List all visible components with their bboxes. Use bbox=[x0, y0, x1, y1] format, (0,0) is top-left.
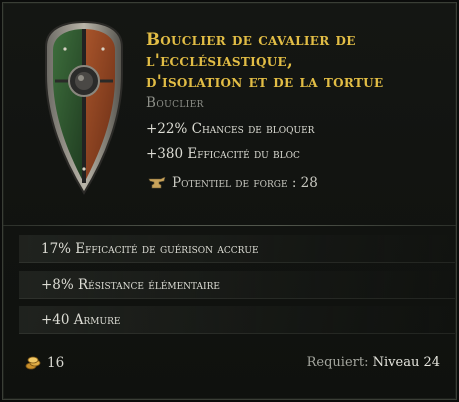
affix-text: +40 Armure bbox=[41, 312, 121, 328]
affix-row: +8% Résistance élémentaire bbox=[19, 271, 455, 299]
gold-amount: 16 bbox=[47, 355, 65, 371]
item-title-line: Bouclier de cavalier de bbox=[146, 30, 356, 49]
affix-text: 17% Efficacité de guérison accrue bbox=[41, 241, 259, 257]
item-title: Bouclier de cavalier de l'ecclésiastique… bbox=[146, 29, 451, 92]
forge-potential: Potentiel de forge : 28 bbox=[148, 175, 318, 191]
item-title-line: l'ecclésiastique, bbox=[146, 51, 294, 70]
tooltip-header: Bouclier de cavalier de l'ecclésiastique… bbox=[3, 3, 456, 225]
anvil-icon bbox=[148, 177, 166, 189]
implicit-stat: +22% Chances de bloquer bbox=[146, 121, 315, 137]
level-requirement: Requiert: Niveau 24 bbox=[307, 355, 440, 370]
affix-row: 17% Efficacité de guérison accrue bbox=[19, 235, 455, 263]
tooltip-footer: 16 Requiert: Niveau 24 bbox=[3, 341, 456, 381]
gold-value: 16 bbox=[25, 355, 64, 371]
requirement-label: Requiert: bbox=[306, 355, 369, 370]
affix-row: +40 Armure bbox=[19, 306, 455, 334]
forge-potential-text: Potentiel de forge : 28 bbox=[172, 175, 318, 191]
affix-list: 17% Efficacité de guérison accrue +8% Ré… bbox=[3, 226, 456, 338]
requirement-level: Niveau 24 bbox=[372, 355, 440, 370]
gold-coins-icon bbox=[25, 356, 41, 370]
affix-text: +8% Résistance élémentaire bbox=[41, 277, 220, 293]
item-type: Bouclier bbox=[146, 95, 204, 111]
implicit-stat: +380 Efficacité du bloc bbox=[146, 146, 300, 162]
kite-shield-icon bbox=[45, 20, 123, 195]
item-title-line: d'isolation et de la tortue bbox=[146, 72, 384, 91]
item-tooltip: Bouclier de cavalier de l'ecclésiastique… bbox=[2, 2, 457, 400]
